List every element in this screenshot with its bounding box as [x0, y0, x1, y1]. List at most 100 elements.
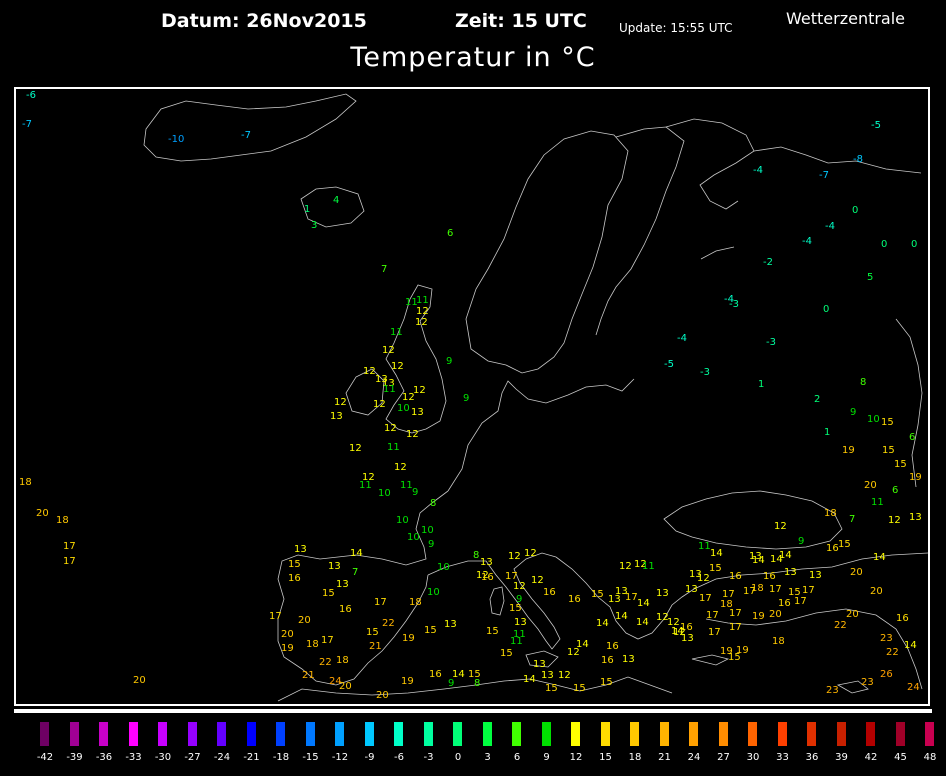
station-temperature: 17 — [706, 610, 719, 621]
station-temperature: 11 — [390, 327, 403, 338]
legend-label: 51 — [940, 752, 946, 763]
continental-north-coast — [447, 378, 635, 492]
station-temperature: 12 — [373, 399, 386, 410]
legend-divider — [14, 709, 932, 713]
station-temperature: 12 — [524, 548, 537, 559]
station-temperature: -5 — [664, 359, 674, 370]
station-temperature: 16 — [481, 572, 494, 583]
station-temperature: 4 — [333, 195, 339, 206]
station-temperature: 26 — [880, 669, 893, 680]
station-temperature: 19 — [752, 611, 765, 622]
legend-swatch — [748, 722, 757, 746]
station-temperature: 14 — [350, 548, 363, 559]
station-temperature: 17 — [63, 541, 76, 552]
station-temperature: 12 — [697, 573, 710, 584]
station-temperature: 10 — [397, 403, 410, 414]
station-temperature: 19 — [909, 472, 922, 483]
station-temperature: 0 — [852, 205, 858, 216]
station-temperature: 2 — [814, 394, 820, 405]
station-temperature: 11 — [642, 561, 655, 572]
legend-swatch — [99, 722, 108, 746]
station-temperature: 10 — [378, 488, 391, 499]
station-temperature: 7 — [352, 567, 358, 578]
station-temperature: 0 — [911, 239, 917, 250]
date-label: Datum: 26Nov2015 — [161, 10, 367, 32]
station-temperature: 15 — [882, 445, 895, 456]
legend-swatch — [423, 722, 433, 746]
station-temperature: 14 — [779, 550, 792, 561]
station-temperature: 8 — [430, 498, 436, 509]
station-temperature: 15 — [838, 539, 851, 550]
arctic-russia-coast — [753, 146, 922, 174]
station-temperature: 10 — [421, 525, 434, 536]
legend-swatch — [158, 722, 167, 746]
station-temperature: 12 — [394, 462, 407, 473]
station-temperature: 17 — [63, 556, 76, 567]
temperature-legend: -42 -39 -36 -33 -30 -27 -24 -21 -18 -15 -12 -9 -6 -3 0… — [0, 722, 946, 776]
station-temperature: 8 — [474, 678, 480, 689]
legend-swatch — [689, 722, 698, 746]
station-temperature: 12 — [349, 443, 362, 454]
station-temperature: 13 — [533, 659, 546, 670]
station-values: -10 -7-6-714367-5-8-4 -70-4-4 0 0-25-4-3 0-3-… — [19, 90, 922, 701]
coastline-map: -10 -7-6-714367-5-8-4 -70-4-4 0 0-25-4-3 0-3-… — [19, 90, 928, 702]
station-temperature: 12 — [413, 385, 426, 396]
station-temperature: 15 — [500, 648, 513, 659]
station-temperature: -4 — [802, 236, 812, 247]
station-temperature: 10 — [867, 414, 880, 425]
station-temperature: 9 — [850, 407, 856, 418]
station-temperature: 15 — [424, 625, 437, 636]
station-temperature: 13 — [444, 619, 457, 630]
legend-swatch — [659, 722, 669, 746]
station-temperature: 11 — [400, 480, 413, 491]
station-temperature: 14 — [576, 639, 589, 650]
station-temperature: 18 — [824, 508, 837, 519]
station-temperature: 9 — [428, 539, 434, 550]
map-title: Temperatur in °C — [350, 42, 596, 73]
station-temperature: 8 — [860, 377, 866, 388]
station-temperature: 16 — [288, 573, 301, 584]
station-temperature: 19 — [281, 643, 294, 654]
station-temperature: -8 — [853, 154, 863, 165]
station-temperature: -10 — [168, 134, 184, 145]
station-temperature: 16 — [601, 655, 614, 666]
station-temperature: 18 — [306, 639, 319, 650]
station-temperature: 11 — [359, 480, 372, 491]
station-temperature: 13 — [328, 561, 341, 572]
station-temperature: 11 — [383, 384, 396, 395]
station-temperature: 9 — [446, 356, 452, 367]
map-panel: -10 -7 -6 -7 1 4 3 6 7 -5 -8 -4 -7 0 -4 -4 0 0 -2 5 -4 -3 0 -3-… — [14, 87, 930, 706]
legend-swatch — [541, 722, 551, 746]
station-temperature: 9 — [412, 487, 418, 498]
station-temperature: 13 — [608, 594, 621, 605]
station-temperature: 11 — [405, 297, 418, 308]
legend-swatch — [600, 722, 610, 746]
station-temperature: 15 — [288, 559, 301, 570]
station-temperature: -2 — [763, 257, 773, 268]
station-temperature: 13 — [480, 557, 493, 568]
station-temperature: 13 — [681, 633, 694, 644]
legend-swatch — [453, 722, 462, 746]
legend-swatch — [925, 722, 934, 746]
station-temperature: 17 — [802, 585, 815, 596]
station-temperature: 15 — [591, 589, 604, 600]
station-temperature: 16 — [896, 613, 909, 624]
legend-swatch — [571, 722, 580, 746]
legend-swatch — [246, 722, 256, 746]
station-temperature: 12 — [513, 581, 526, 592]
station-temperature: 14 — [904, 640, 917, 651]
station-temperature: 17 — [722, 589, 735, 600]
station-temperature: -4 — [753, 165, 763, 176]
station-temperature: 20 — [769, 609, 782, 620]
station-temperature: 17 — [269, 611, 282, 622]
station-temperature: 5 — [867, 272, 873, 283]
station-temperature: -7 — [22, 119, 32, 130]
station-temperature: 15 — [366, 627, 379, 638]
station-temperature: 20 — [376, 690, 389, 701]
station-temperature: 19 — [842, 445, 855, 456]
station-temperature: 17 — [769, 584, 782, 595]
legend-swatch — [777, 722, 787, 746]
station-temperature: -7 — [241, 130, 251, 141]
station-temperature: 14 — [710, 548, 723, 559]
station-temperature: 13 — [809, 570, 822, 581]
